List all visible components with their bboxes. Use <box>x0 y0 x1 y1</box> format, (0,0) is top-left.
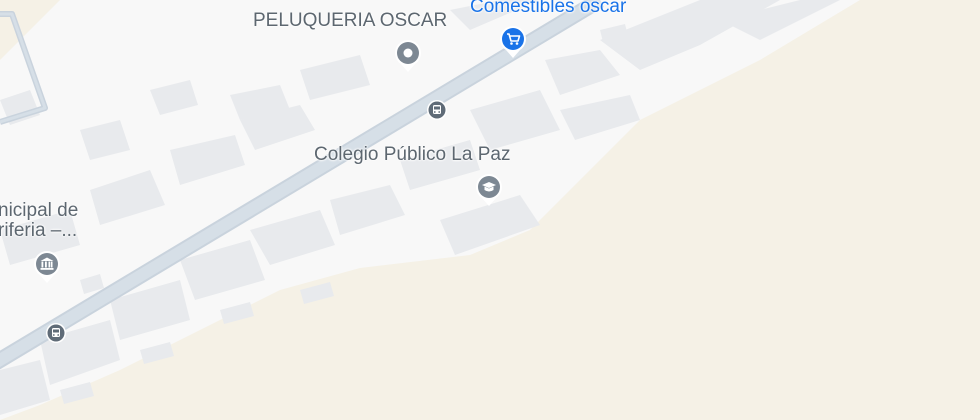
map-canvas[interactable] <box>0 0 980 420</box>
poi-municipal-label-line2: riferia –... <box>0 220 78 241</box>
poi-colegio-label: Colegio Público La Paz <box>314 144 511 165</box>
poi-municipal-label-line1: nicipal de <box>0 200 79 221</box>
shopping-cart-icon <box>500 26 526 58</box>
poi-peluqueria-oscar-label: PELUQUERIA OSCAR <box>253 10 448 31</box>
school-icon <box>476 174 502 206</box>
poi-comestibles-oscar-label: Comestibles oscar <box>470 0 627 17</box>
museum-icon <box>34 251 60 283</box>
bus-stop-icon[interactable] <box>426 99 448 121</box>
bus-stop-icon[interactable] <box>45 322 67 344</box>
place-dot-icon <box>395 40 421 72</box>
